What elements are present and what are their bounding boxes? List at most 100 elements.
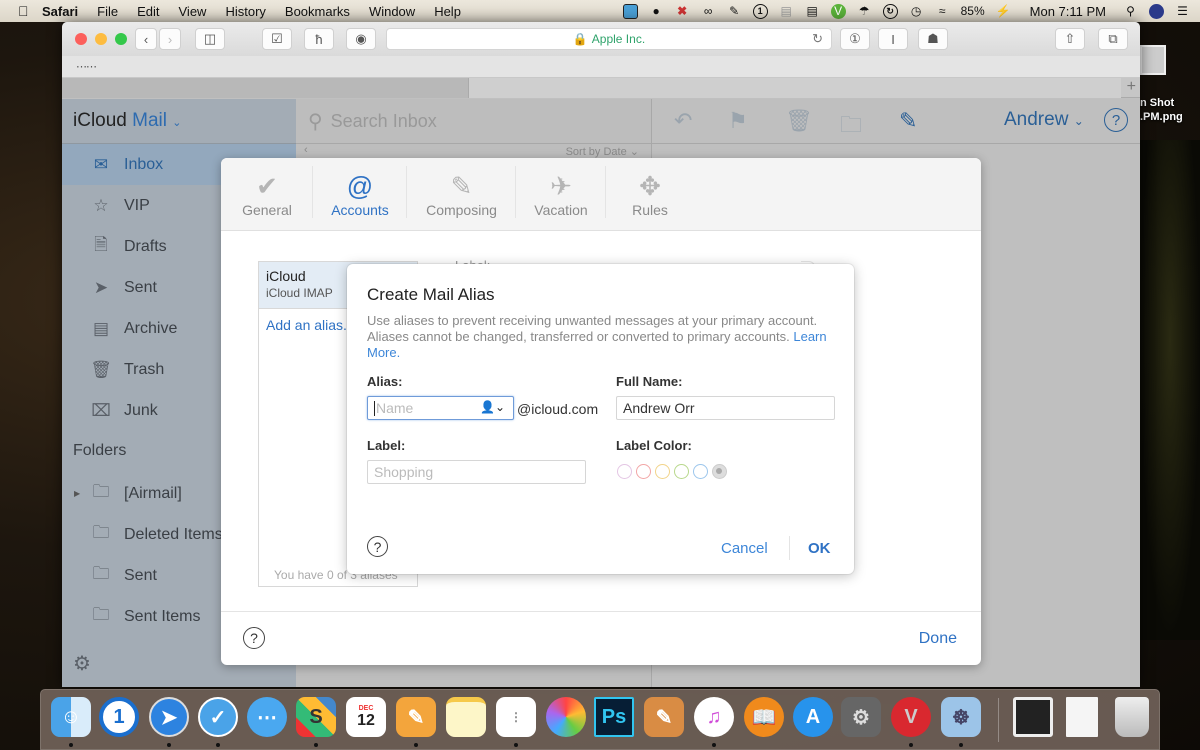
dock-ibooks-icon[interactable]: 📖 xyxy=(744,697,784,737)
help-icon[interactable]: ? xyxy=(367,536,388,557)
menu-history[interactable]: History xyxy=(225,4,265,19)
moon-icon[interactable]: ● xyxy=(649,4,664,19)
dock-messages-icon[interactable]: ⋯ xyxy=(247,697,287,737)
wifi-icon[interactable]: ≈ xyxy=(935,4,950,19)
help-icon[interactable]: ? xyxy=(243,627,265,649)
dock-document-stack-icon[interactable] xyxy=(1066,697,1098,737)
dock-airmail-icon[interactable]: ✓ xyxy=(198,697,238,737)
menu-file[interactable]: File xyxy=(97,4,118,19)
label-color-option[interactable] xyxy=(655,464,670,479)
top-sites-grid-icon[interactable]: ⋯⋯ xyxy=(76,60,97,73)
dock-downloads-stack-icon[interactable] xyxy=(1013,697,1053,737)
dock-safari-icon[interactable]: ➤ xyxy=(149,697,189,737)
done-button[interactable]: Done xyxy=(919,630,957,648)
full-name-input[interactable]: Andrew Orr xyxy=(616,396,835,420)
desktop-file-label[interactable]: n Shot .PM.png xyxy=(1140,96,1183,124)
tab-1[interactable] xyxy=(62,78,469,98)
battery-percent[interactable]: 85% xyxy=(961,4,985,18)
back-button[interactable]: ‹ xyxy=(135,28,157,50)
menu-view[interactable]: View xyxy=(179,4,207,19)
pen-icon[interactable]: ✎ xyxy=(727,4,742,19)
dock-1password-icon[interactable]: 1 xyxy=(99,697,139,737)
help-icon[interactable]: ? xyxy=(1104,108,1128,132)
dock-notes-icon[interactable] xyxy=(446,697,486,737)
apple-menu-icon[interactable]:  xyxy=(18,3,42,19)
dock-reminders-icon[interactable]: ⋮ xyxy=(496,697,536,737)
gear-icon[interactable]: ⚙ xyxy=(73,651,91,676)
dock-pixelmator-icon[interactable]: ✎ xyxy=(644,697,684,737)
share-button[interactable]: ⇧ xyxy=(1055,28,1085,50)
dock-app-store-icon[interactable]: A xyxy=(793,697,833,737)
dock-finder-icon[interactable]: ☺ xyxy=(51,697,91,737)
creative-cloud-icon[interactable]: ∞ xyxy=(701,4,716,19)
label-color-option[interactable] xyxy=(693,464,708,479)
tab-composing[interactable]: ✎ Composing xyxy=(407,158,516,231)
address-bar[interactable]: 🔒 Apple Inc. ↻ xyxy=(386,28,832,50)
x-icon[interactable]: ✖ xyxy=(675,4,690,19)
tab-2-active[interactable] xyxy=(469,78,1121,98)
battery-icon[interactable]: ⚡ xyxy=(996,4,1011,19)
system-preferences-icon[interactable] xyxy=(622,3,638,19)
sort-dropdown[interactable]: Sort by Date ⌄ xyxy=(566,145,639,158)
contact-picker-icon[interactable]: 👤⌄ xyxy=(480,400,505,414)
collapse-chevron-icon[interactable]: ‹ xyxy=(304,144,308,156)
flag-icon[interactable]: ⚑ xyxy=(728,108,748,134)
new-tab-plus-icon[interactable]: + xyxy=(1127,78,1136,96)
layout-icon[interactable]: ▤ xyxy=(805,4,820,19)
reply-icon[interactable]: ↶ xyxy=(674,108,692,134)
dock-photos-icon[interactable] xyxy=(546,697,586,737)
dock-calendar-icon[interactable]: DEC 12 xyxy=(346,697,386,737)
alias-name-input[interactable]: Name 👤⌄ xyxy=(367,396,514,420)
move-folder-icon[interactable]: 🗀 xyxy=(840,108,862,146)
menu-window[interactable]: Window xyxy=(369,4,415,19)
user-menu[interactable]: Andrew ⌄ xyxy=(1004,109,1084,131)
sync-icon[interactable]: ↻ xyxy=(882,3,898,19)
dock-itunes-icon[interactable]: ♫ xyxy=(694,697,734,737)
notification-center-icon[interactable]: ☰ xyxy=(1175,4,1190,19)
menu-bookmarks[interactable]: Bookmarks xyxy=(285,4,350,19)
dock-pages-icon[interactable]: ✎ xyxy=(396,697,436,737)
desktop-file-thumbnail[interactable] xyxy=(1140,45,1166,75)
spotlight-search-icon[interactable]: ⚲ xyxy=(1123,4,1138,19)
ghost-extension-button[interactable]: ☗ xyxy=(918,28,948,50)
menu-safari[interactable]: Safari xyxy=(42,4,78,19)
umbrella-icon[interactable]: ☂ xyxy=(857,4,872,19)
extension-button[interactable]: ħ xyxy=(304,28,334,50)
clock[interactable]: Mon 7:11 PM xyxy=(1030,4,1106,19)
ok-button[interactable]: OK xyxy=(808,540,831,557)
dock-preview-icon[interactable]: ☸ xyxy=(941,697,981,737)
trash-icon[interactable]: 🗑 xyxy=(785,108,813,134)
network-icon[interactable]: ▤ xyxy=(779,4,794,19)
dock-system-preferences-icon[interactable]: ⚙ xyxy=(841,697,881,737)
close-window-button[interactable] xyxy=(75,33,87,45)
forward-button[interactable]: › xyxy=(159,28,181,50)
dock-trash-icon[interactable] xyxy=(1115,697,1149,737)
tab-rules[interactable]: ✥ Rules xyxy=(606,158,694,231)
search-input[interactable]: ⚲ Search Inbox xyxy=(296,99,651,144)
time-machine-icon[interactable]: ◷ xyxy=(909,4,924,19)
dock-photoshop-icon[interactable]: Ps xyxy=(594,697,634,737)
ghostery-extension-button[interactable]: ◉ xyxy=(346,28,376,50)
disclosure-triangle-icon[interactable]: ▶ xyxy=(74,489,80,498)
label-color-option[interactable] xyxy=(674,464,689,479)
dock-slack-icon[interactable]: S xyxy=(296,697,336,737)
menu-help[interactable]: Help xyxy=(434,4,461,19)
label-input[interactable]: Shopping xyxy=(367,460,586,484)
tab-accounts[interactable]: @ Accounts xyxy=(313,158,407,231)
menu-edit[interactable]: Edit xyxy=(137,4,159,19)
tab-general[interactable]: ✔ General xyxy=(221,158,313,231)
tabs-overview-button[interactable]: ⧉ xyxy=(1098,28,1128,50)
tab-vacation[interactable]: ✈ Vacation xyxy=(516,158,606,231)
label-color-option[interactable] xyxy=(712,464,727,479)
app-switcher[interactable]: iCloud Mail ⌄ xyxy=(62,99,296,144)
zoom-window-button[interactable] xyxy=(115,33,127,45)
reload-icon[interactable]: ↻ xyxy=(812,31,823,47)
siri-icon[interactable] xyxy=(1149,3,1164,19)
text-extension-button[interactable]: I xyxy=(878,28,908,50)
sidebar-toggle-button[interactable]: ◫ xyxy=(195,28,225,50)
1password-extension-button[interactable]: ① xyxy=(840,28,870,50)
minimize-window-button[interactable] xyxy=(95,33,107,45)
label-color-option[interactable] xyxy=(617,464,632,479)
vivaldi-icon[interactable]: V xyxy=(830,3,846,19)
adblock-extension-button[interactable]: ☑ xyxy=(262,28,292,50)
